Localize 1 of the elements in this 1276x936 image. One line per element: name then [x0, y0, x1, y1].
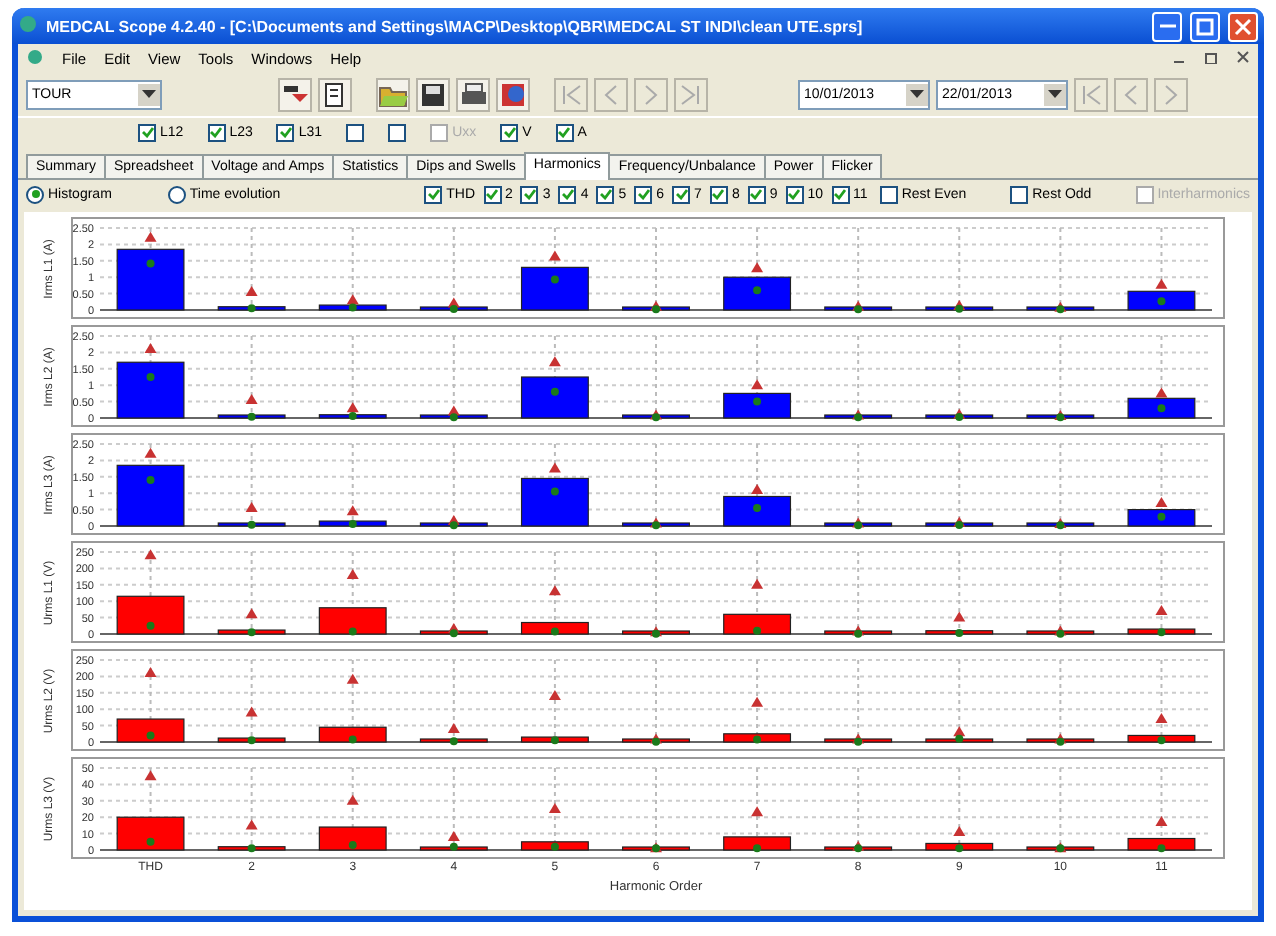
window-title: MEDCAL Scope 4.2.40 - [C:\Documents and Settings\MACP\Desktop\QBR\MEDCAL ST INDI\clean UTE.sprs]	[46, 17, 865, 35]
